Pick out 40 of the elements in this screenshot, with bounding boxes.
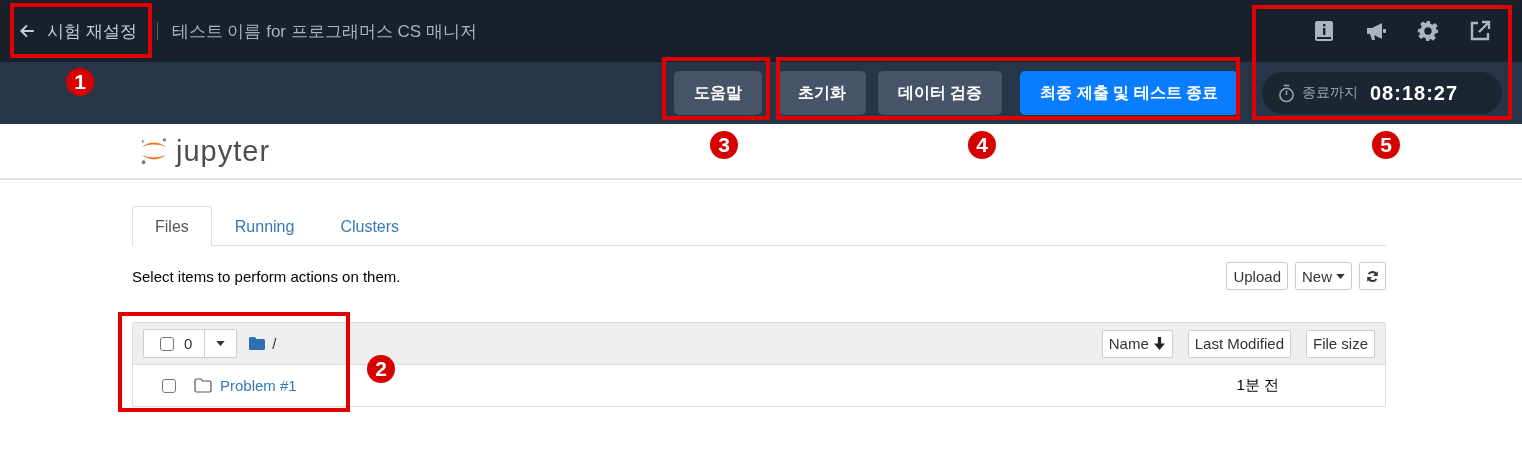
sort-button[interactable]: Last Modified bbox=[1187, 329, 1291, 358]
modified-time: 1분 전 bbox=[1236, 376, 1279, 395]
step-number: 5 bbox=[1372, 131, 1400, 159]
refresh-button[interactable] bbox=[1359, 262, 1386, 290]
back-arrow-icon bbox=[18, 22, 36, 40]
select-all-button[interactable]: 0 bbox=[143, 329, 238, 358]
tab[interactable]: Running bbox=[211, 206, 318, 246]
folder-icon[interactable] bbox=[249, 337, 266, 350]
timer-value: 08:18:27 bbox=[1370, 81, 1459, 105]
step-number: 3 bbox=[710, 131, 738, 159]
test-title: 테스트 이름 for 프로그래머스 CS 매니저 bbox=[171, 20, 477, 43]
upload-button[interactable]: Upload bbox=[1226, 262, 1288, 290]
toolbar-button[interactable]: 초기화 bbox=[777, 71, 866, 115]
stopwatch-icon bbox=[1278, 83, 1295, 103]
external-link-icon[interactable] bbox=[1469, 20, 1491, 42]
megaphone-icon[interactable] bbox=[1365, 20, 1387, 42]
book-icon[interactable] bbox=[1313, 20, 1335, 42]
caret-icon bbox=[215, 341, 227, 346]
toolbar-button[interactable]: 데이터 검증 bbox=[877, 71, 1003, 115]
toolbar-button[interactable]: 도움말 bbox=[673, 71, 762, 115]
folder-icon bbox=[194, 378, 212, 393]
file-link[interactable]: Problem #1 bbox=[220, 377, 297, 394]
step-number: 2 bbox=[367, 355, 395, 383]
caret-icon bbox=[1336, 273, 1345, 279]
hint-text: Select items to perform actions on them. bbox=[132, 267, 401, 285]
tab[interactable]: Clusters bbox=[317, 206, 423, 246]
refresh-icon bbox=[1366, 269, 1379, 283]
checkbox[interactable] bbox=[160, 336, 174, 351]
back-link[interactable]: 시험 재설정 bbox=[18, 19, 137, 43]
checkbox[interactable] bbox=[162, 378, 176, 393]
sort-button[interactable]: File size bbox=[1306, 329, 1375, 358]
timer-label: 종료까지 bbox=[1302, 84, 1358, 102]
path-link[interactable]: / bbox=[272, 335, 277, 352]
step-number: 4 bbox=[968, 131, 996, 159]
settings-icon[interactable] bbox=[1417, 20, 1439, 42]
submit-button[interactable]: 최종 제출 및 테스트 종료 bbox=[1020, 71, 1238, 115]
tab[interactable]: Files bbox=[132, 206, 212, 246]
new-button[interactable]: New bbox=[1295, 262, 1352, 290]
sort-button[interactable]: Name bbox=[1101, 329, 1173, 358]
logo-text: jupyter bbox=[176, 134, 271, 168]
